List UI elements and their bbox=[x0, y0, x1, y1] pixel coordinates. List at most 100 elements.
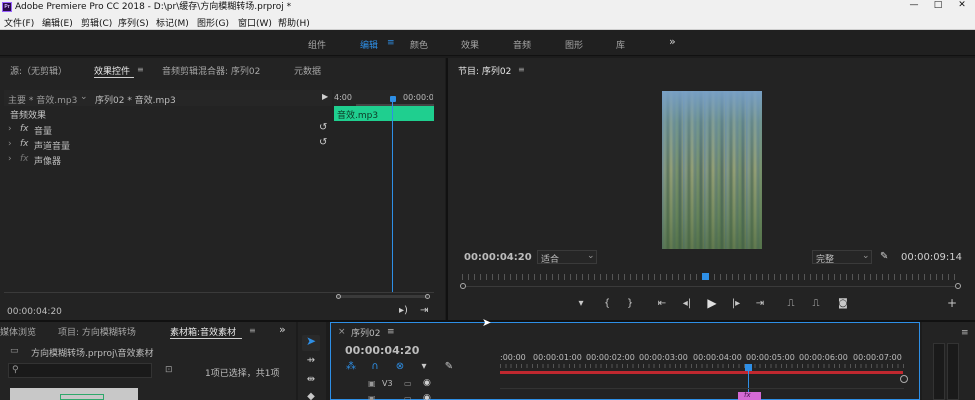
timeline-zoom-handle-icon[interactable] bbox=[900, 375, 908, 383]
linked-selection-icon[interactable]: ⊗ bbox=[394, 362, 406, 372]
ec-timecode[interactable]: 00:00:04:20 bbox=[7, 307, 62, 317]
timeline-ruler-ticks bbox=[500, 364, 904, 368]
ec-play-arrow-icon[interactable]: ▶ bbox=[322, 92, 328, 101]
ec-reset-volume-icon[interactable]: ↺ bbox=[319, 122, 327, 133]
menu-clip[interactable]: 剪辑(C) bbox=[81, 16, 112, 29]
v2-eye-icon[interactable]: ◉ bbox=[423, 393, 431, 400]
track-select-tool-icon[interactable]: ⇸ bbox=[304, 356, 318, 366]
fit-dropdown-chevron-icon: ⌄ bbox=[587, 251, 595, 261]
selection-tool-icon[interactable]: ➤ bbox=[304, 335, 318, 347]
bin-folder-icon[interactable]: ▭ bbox=[10, 346, 19, 356]
go-to-in-icon[interactable]: ⇤ bbox=[655, 299, 669, 309]
v2-sync-icon[interactable]: ▭ bbox=[404, 394, 412, 400]
ec-fx-channel-volume-icon[interactable]: fx bbox=[20, 139, 29, 149]
v2-lock-icon[interactable]: ▣ bbox=[368, 394, 376, 400]
bin-menu-icon[interactable]: ≡ bbox=[249, 326, 256, 348]
workspace-color[interactable]: 颜色 bbox=[410, 38, 428, 51]
ec-expand-channel-volume-icon[interactable]: › bbox=[8, 139, 12, 149]
v3-sync-icon[interactable]: ▭ bbox=[404, 379, 412, 388]
program-ruler[interactable] bbox=[462, 274, 956, 280]
timeline-close-icon[interactable]: × bbox=[338, 327, 346, 337]
menu-window[interactable]: 窗口(W) bbox=[238, 16, 272, 29]
timeline-menu-icon[interactable]: ≡ bbox=[387, 327, 395, 337]
nest-icon[interactable]: ⁂ bbox=[345, 362, 357, 372]
ec-master-clip[interactable]: 主要 * 音效.mp3 bbox=[8, 93, 77, 106]
button-editor-plus-icon[interactable]: + bbox=[946, 297, 958, 309]
menu-help[interactable]: 帮助(H) bbox=[278, 16, 310, 29]
workspace-effects[interactable]: 效果 bbox=[461, 38, 479, 51]
timeline-settings-wrench-icon[interactable]: ✎ bbox=[443, 362, 455, 372]
ec-playhead-icon[interactable] bbox=[390, 96, 396, 102]
menu-graphics[interactable]: 图形(G) bbox=[197, 16, 229, 29]
program-timecode[interactable]: 00:00:04:20 bbox=[464, 252, 532, 263]
tab-effect-controls[interactable]: 效果控件 bbox=[94, 64, 130, 86]
menu-file[interactable]: 文件(F) bbox=[4, 16, 34, 29]
timeline-work-area-bar[interactable] bbox=[500, 371, 903, 374]
tab-audio-mixer[interactable]: 音频剪辑混合器: 序列02 bbox=[162, 64, 260, 86]
ec-play-audio-icon[interactable]: ▸) bbox=[399, 305, 408, 316]
workspace-overflow-icon[interactable]: » bbox=[669, 35, 676, 48]
ec-fx-panner-icon[interactable]: fx bbox=[20, 154, 29, 164]
ec-zoom-handle-right-icon[interactable] bbox=[425, 294, 430, 299]
settings-wrench-icon[interactable]: ✎ bbox=[880, 251, 888, 262]
timeline-sequence-tab[interactable]: 序列02 bbox=[351, 326, 380, 339]
ec-fx-volume-icon[interactable]: fx bbox=[20, 124, 29, 134]
ec-zoom-handle-left-icon[interactable] bbox=[336, 294, 341, 299]
tab-bin[interactable]: 素材箱:音效素材 bbox=[170, 325, 236, 347]
razor-tool-icon[interactable]: ◆ bbox=[304, 392, 318, 400]
program-zoom-right-icon[interactable] bbox=[955, 283, 961, 289]
program-playhead-icon[interactable] bbox=[702, 273, 709, 280]
v3-lock-icon[interactable]: ▣ bbox=[368, 379, 376, 388]
program-zoom-track[interactable] bbox=[465, 286, 955, 287]
workspace-editing[interactable]: 编辑 bbox=[360, 38, 378, 51]
ripple-edit-tool-icon[interactable]: ⇹ bbox=[304, 375, 318, 385]
mark-in-icon[interactable]: { bbox=[601, 299, 613, 309]
restore-button[interactable]: □ bbox=[927, 0, 949, 12]
lift-icon[interactable]: ⎍ bbox=[784, 299, 798, 309]
snap-magnet-icon[interactable]: ∩ bbox=[369, 362, 381, 372]
project-overflow-icon[interactable]: » bbox=[279, 323, 286, 345]
effect-controls-menu-icon[interactable]: ≡ bbox=[137, 65, 144, 87]
ec-expand-volume-icon[interactable]: › bbox=[8, 124, 12, 134]
bin-search-input[interactable] bbox=[8, 363, 152, 378]
audio-meters-menu-icon[interactable]: ≡ bbox=[961, 328, 969, 338]
menu-sequence[interactable]: 序列(S) bbox=[118, 16, 149, 29]
tab-media-browser[interactable]: 媒体浏览 bbox=[0, 325, 36, 347]
menu-edit[interactable]: 编辑(E) bbox=[42, 16, 73, 29]
workspace-graphics[interactable]: 图形 bbox=[565, 38, 583, 51]
audio-meter-right bbox=[947, 343, 959, 400]
workspace-menu-icon[interactable]: ≡ bbox=[387, 38, 395, 48]
ec-reset-channel-volume-icon[interactable]: ↺ bbox=[319, 137, 327, 148]
program-monitor-menu-icon[interactable]: ≡ bbox=[518, 65, 525, 87]
ec-export-icon[interactable]: ⇥ bbox=[420, 305, 428, 316]
step-forward-icon[interactable]: |▸ bbox=[730, 299, 742, 309]
tab-project[interactable]: 项目: 方向模糊转场 bbox=[58, 325, 136, 347]
ec-expand-panner-icon[interactable]: › bbox=[8, 154, 12, 164]
workspace-audio[interactable]: 音频 bbox=[513, 38, 531, 51]
tab-source[interactable]: 源:（无剪辑） bbox=[10, 64, 67, 86]
timeline-add-marker-icon[interactable]: ▾ bbox=[418, 362, 430, 372]
ec-zoom-scrollbar[interactable] bbox=[336, 295, 428, 298]
workspace-assembly[interactable]: 组件 bbox=[308, 38, 326, 51]
export-frame-camera-icon[interactable]: ◙ bbox=[836, 299, 850, 309]
timeline-timecode[interactable]: 00:00:04:20 bbox=[345, 344, 419, 357]
bin-thumbnail-waveform bbox=[60, 394, 104, 400]
add-marker-icon[interactable]: ▾ bbox=[575, 299, 587, 309]
program-monitor-title[interactable]: 节目: 序列02 bbox=[458, 64, 511, 86]
quality-dropdown-chevron-icon: ⌄ bbox=[862, 251, 870, 261]
tab-metadata[interactable]: 元数据 bbox=[294, 64, 321, 86]
go-to-out-icon[interactable]: ⇥ bbox=[753, 299, 767, 309]
minimize-button[interactable]: — bbox=[903, 0, 925, 12]
program-zoom-left-icon[interactable] bbox=[460, 283, 466, 289]
extract-icon[interactable]: ⎍ bbox=[809, 299, 823, 309]
new-bin-icon[interactable]: ⊡ bbox=[165, 365, 173, 375]
mark-out-icon[interactable]: } bbox=[624, 299, 636, 309]
play-button-icon[interactable]: ▶ bbox=[705, 297, 719, 309]
workspace-libraries[interactable]: 库 bbox=[616, 38, 625, 51]
ec-master-dropdown-icon[interactable]: ⌄ bbox=[80, 92, 88, 102]
ec-sequence-clip[interactable]: 序列02 * 音效.mp3 bbox=[95, 93, 176, 106]
v3-eye-icon[interactable]: ◉ bbox=[423, 378, 431, 388]
menu-marker[interactable]: 标记(M) bbox=[156, 16, 189, 29]
close-button[interactable]: ✕ bbox=[951, 0, 973, 12]
step-back-icon[interactable]: ◂| bbox=[681, 299, 693, 309]
